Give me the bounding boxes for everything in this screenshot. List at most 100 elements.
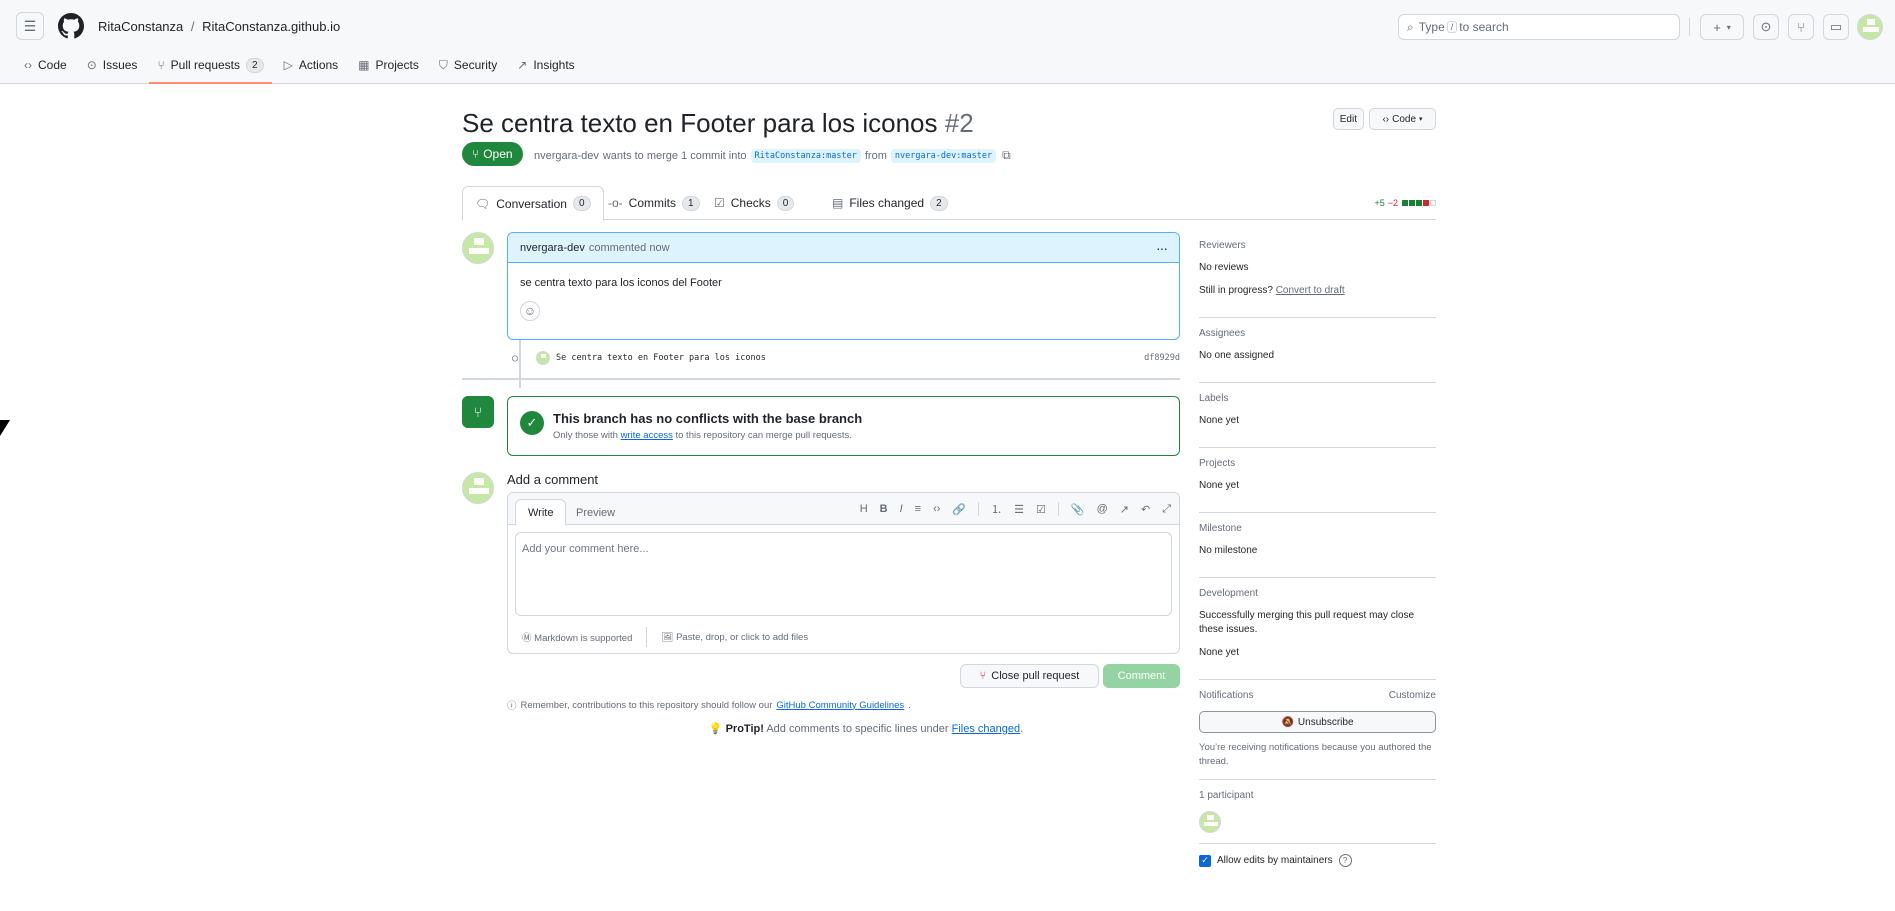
merge-box: ✓ This branch has no conflicts with the …: [507, 396, 1180, 456]
create-new-button[interactable]: + ▾: [1700, 14, 1744, 40]
comment-textarea[interactable]: Add your comment here...: [515, 532, 1172, 616]
user-avatar[interactable]: [1857, 14, 1883, 40]
base-branch[interactable]: RitaConstanza:master: [750, 148, 861, 163]
tab-conversation[interactable]: 🗨 Conversation 0: [462, 186, 604, 221]
code-icon[interactable]: ‹›: [933, 503, 940, 515]
add-comment-avatar[interactable]: [462, 472, 494, 504]
kebab-menu-icon[interactable]: ···: [1156, 240, 1168, 256]
pr-title: Se centra texto en Footer para los icono…: [462, 108, 938, 138]
breadcrumb-repo[interactable]: RitaConstanza.github.io: [202, 19, 340, 34]
unsubscribe-button[interactable]: 🔕 Unsubscribe: [1199, 711, 1436, 733]
commit-message[interactable]: Se centra texto en Footer para los icono…: [556, 353, 766, 363]
search-input[interactable]: ⌕ Type / to search: [1398, 14, 1680, 40]
development-heading[interactable]: Development: [1199, 588, 1258, 599]
tab-conversation-label: Conversation: [496, 196, 567, 211]
convert-to-draft-link[interactable]: Convert to draft: [1276, 285, 1345, 296]
protip-text: Add comments to specific lines under: [766, 723, 949, 735]
question-icon[interactable]: ?: [1338, 854, 1352, 867]
heading-icon[interactable]: H: [860, 503, 868, 515]
participant-avatar[interactable]: [1199, 811, 1221, 833]
pull-requests-icon[interactable]: ⑂: [1788, 14, 1814, 40]
merge-status-title: This branch has no conflicts with the ba…: [553, 411, 863, 426]
assignees-heading[interactable]: Assignees: [1199, 328, 1245, 339]
markdown-note[interactable]: Ⓜ Markdown is supported: [522, 630, 632, 644]
comment-author[interactable]: nvergara-dev: [520, 242, 585, 254]
cross-reference-icon[interactable]: ↗: [1120, 503, 1129, 516]
copy-icon[interactable]: ⧉: [1002, 148, 1011, 163]
files-changed-link[interactable]: Files changed: [952, 723, 1021, 735]
tab-files-changed[interactable]: ▤ Files changed 2: [820, 186, 960, 220]
github-logo-icon[interactable]: [58, 13, 84, 39]
comment-header: nvergara-dev commented now ···: [508, 233, 1179, 263]
nav-issues[interactable]: ⊙ Issues: [79, 52, 146, 78]
smiley-icon[interactable]: ☺: [520, 301, 540, 321]
mention-icon[interactable]: @: [1097, 503, 1108, 515]
nav-code[interactable]: ‹› Code: [16, 52, 75, 78]
link-icon[interactable]: 🔗: [952, 503, 966, 516]
comment-button[interactable]: Comment: [1103, 664, 1180, 688]
in-progress-text: Still in progress?: [1199, 285, 1273, 296]
commit-avatar[interactable]: [536, 351, 550, 365]
nav-insights[interactable]: ↗ Insights: [509, 52, 582, 78]
nav-projects-label: Projects: [375, 58, 419, 72]
paperclip-icon[interactable]: 📎: [1071, 503, 1085, 516]
edit-button[interactable]: Edit: [1332, 108, 1364, 130]
nav-security[interactable]: ⛉ Security: [431, 52, 505, 78]
nav-code-label: Code: [38, 58, 67, 72]
projects-heading[interactable]: Projects: [1199, 458, 1235, 469]
fullscreen-icon[interactable]: ⤢: [1162, 503, 1171, 516]
toolbar-divider: [978, 502, 980, 516]
comment-avatar[interactable]: [462, 232, 494, 264]
commit-sha[interactable]: df8929d: [1144, 353, 1180, 363]
sidebar-labels: Labels None yet: [1199, 393, 1436, 448]
sidebar-participants: 1 participant: [1199, 790, 1436, 844]
nav-projects[interactable]: ▦ Projects: [350, 52, 427, 78]
assignees-value: No one assigned: [1199, 350, 1275, 361]
community-guidelines-link[interactable]: GitHub Community Guidelines: [776, 700, 904, 711]
pr-meta: nvergara-dev wants to merge 1 commit int…: [534, 148, 1011, 163]
pr-from-text: from: [864, 149, 887, 162]
allow-edits: ✓ Allow edits by maintainers ?: [1199, 854, 1436, 867]
diffstat-block: [1423, 200, 1429, 206]
ordered-list-icon[interactable]: ⒈: [991, 501, 1002, 517]
comment-timestamp[interactable]: commented now: [589, 242, 670, 254]
reviewers-heading[interactable]: Reviewers: [1199, 240, 1246, 251]
allow-edits-checkbox[interactable]: ✓: [1199, 854, 1211, 867]
pr-author-link[interactable]: nvergara-dev: [534, 150, 599, 162]
tab-checks[interactable]: ☑ Checks 0: [702, 186, 806, 220]
reply-icon[interactable]: ↶: [1141, 503, 1150, 516]
head-branch[interactable]: nvergara-dev:master: [890, 148, 997, 163]
nav-actions[interactable]: ▷ Actions: [276, 52, 347, 78]
task-list-icon[interactable]: ☑: [1036, 503, 1046, 516]
timeline-divider: [462, 378, 1180, 380]
code-icon: ‹›: [1382, 113, 1390, 125]
write-access-link[interactable]: write access: [621, 430, 673, 441]
checklist-icon: ☑: [714, 196, 725, 210]
breadcrumb-separator: /: [190, 18, 195, 34]
code-button[interactable]: ‹› Code ▾: [1369, 108, 1436, 130]
merge-sub-suffix: to this repository can merge pull reques…: [675, 430, 852, 441]
issues-icon[interactable]: ⊙: [1753, 14, 1779, 40]
tab-preview[interactable]: Preview: [564, 499, 627, 526]
app-header: ☰ RitaConstanza / RitaConstanza.github.i…: [0, 0, 1895, 84]
nav-pull-requests[interactable]: ⑂ Pull requests 2: [149, 52, 272, 84]
close-pull-request-button[interactable]: ⑂ Close pull request: [960, 664, 1099, 688]
breadcrumb-owner[interactable]: RitaConstanza: [98, 19, 183, 34]
tab-commits[interactable]: -o- Commits 1: [596, 186, 712, 220]
search-prefix: Type: [1418, 20, 1445, 34]
protip: 💡 ProTip! Add comments to specific lines…: [708, 723, 1024, 735]
unordered-list-icon[interactable]: ☰: [1014, 503, 1024, 516]
merge-sub-prefix: Only those with: [553, 430, 618, 441]
bold-icon[interactable]: B: [880, 503, 888, 515]
tab-write[interactable]: Write: [515, 499, 567, 526]
attach-files[interactable]: 🖼 Paste, drop, or click to add files: [661, 632, 808, 643]
inbox-icon[interactable]: ▭: [1823, 14, 1849, 40]
menu-icon[interactable]: ☰: [16, 12, 44, 40]
milestone-heading[interactable]: Milestone: [1199, 523, 1242, 534]
search-suffix: to search: [1459, 20, 1509, 34]
labels-heading[interactable]: Labels: [1199, 393, 1228, 404]
editor-tabs: Write Preview H B I ≡ ‹› 🔗 ⒈ ☰ ☑ 📎 @ ↗ ↶…: [508, 493, 1179, 526]
italic-icon[interactable]: I: [900, 503, 903, 515]
customize-link[interactable]: Customize: [1389, 690, 1436, 701]
quote-icon[interactable]: ≡: [915, 503, 921, 515]
